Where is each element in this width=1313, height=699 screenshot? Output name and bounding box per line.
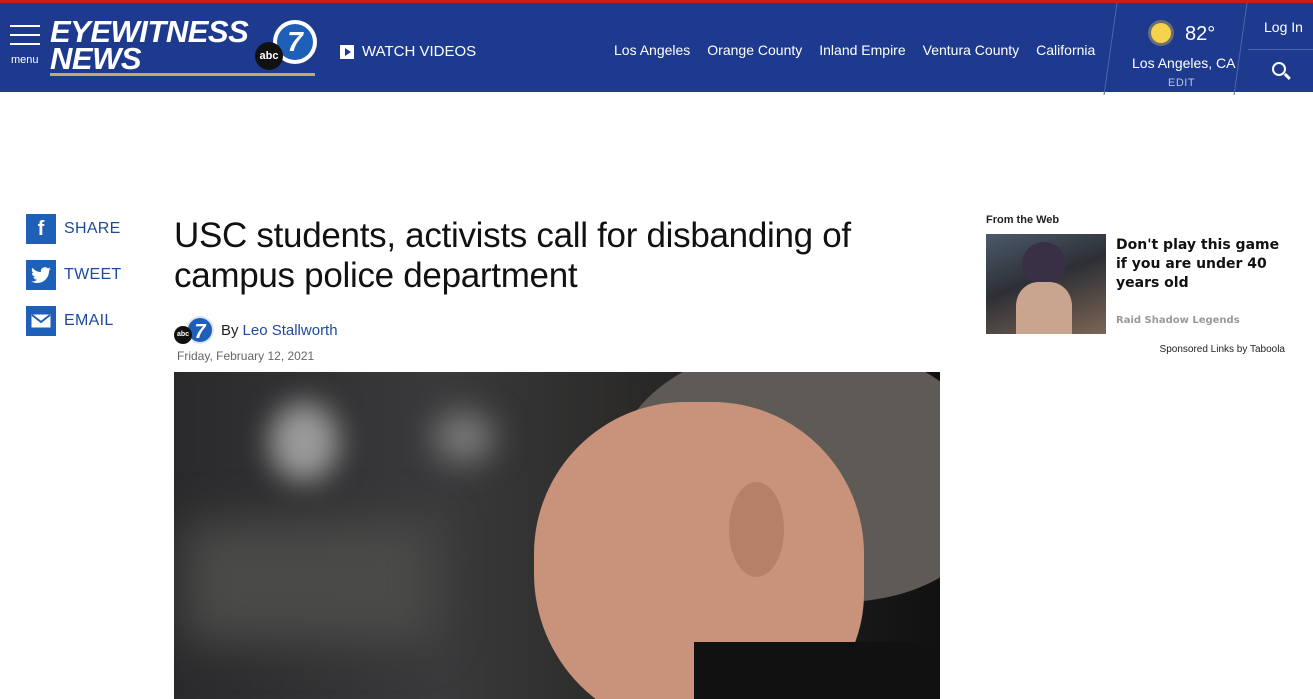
abc7-byline-icon: 7 abc bbox=[174, 316, 216, 344]
article-headline: USC students, activists call for disband… bbox=[174, 216, 851, 295]
taboola-link[interactable]: Sponsored Links by Taboola bbox=[986, 344, 1285, 355]
sponsored-thumbnail bbox=[986, 234, 1106, 334]
share-rail: f SHARE TWEET EMAIL bbox=[26, 214, 122, 352]
article-date: Friday, February 12, 2021 bbox=[177, 349, 315, 363]
menu-label: menu bbox=[11, 54, 39, 66]
share-twitter-button[interactable]: TWEET bbox=[26, 260, 122, 290]
play-icon bbox=[340, 44, 354, 59]
byline-abc: abc bbox=[174, 326, 192, 344]
rail-title: From the Web bbox=[986, 214, 1060, 226]
hero-bokeh bbox=[184, 522, 434, 642]
facebook-icon: f bbox=[26, 214, 56, 244]
email-icon bbox=[26, 306, 56, 336]
site-logo[interactable]: EYEWITNESS NEWS 7 abc bbox=[50, 16, 320, 78]
hero-bokeh bbox=[269, 402, 339, 482]
weather-location: Los Angeles, CA bbox=[1132, 55, 1236, 71]
hero-subject-shirt bbox=[694, 642, 940, 699]
abc-logo-icon: abc bbox=[255, 42, 283, 70]
menu-icon-bar bbox=[10, 43, 40, 45]
search-button[interactable] bbox=[1271, 61, 1293, 83]
sponsored-card[interactable]: Don't play this game if you are under 40… bbox=[986, 234, 1286, 334]
sponsored-source: Raid Shadow Legends bbox=[1116, 315, 1240, 326]
sun-icon bbox=[1151, 23, 1171, 43]
watch-videos-label: WATCH VIDEOS bbox=[362, 43, 477, 60]
hero-image[interactable] bbox=[174, 372, 940, 699]
nav-link-orange-county[interactable]: Orange County bbox=[707, 42, 802, 58]
menu-icon-bar bbox=[10, 34, 40, 36]
weather-edit-link[interactable]: EDIT bbox=[1168, 77, 1195, 89]
watch-videos-link[interactable]: WATCH VIDEOS bbox=[340, 43, 476, 60]
nav-link-inland-empire[interactable]: Inland Empire bbox=[819, 42, 905, 58]
share-label: SHARE bbox=[64, 220, 121, 237]
share-facebook-button[interactable]: f SHARE bbox=[26, 214, 122, 244]
hero-bokeh bbox=[434, 412, 494, 462]
sponsored-headline: Don't play this game if you are under 40… bbox=[1116, 237, 1280, 291]
search-icon-handle bbox=[1284, 72, 1291, 80]
byline-by: By bbox=[221, 321, 239, 339]
tweet-label: TWEET bbox=[64, 266, 122, 283]
twitter-icon bbox=[26, 260, 56, 290]
logo-underline bbox=[50, 73, 315, 76]
logo-line2: NEWS bbox=[50, 41, 142, 76]
thumbnail-figure-body bbox=[1016, 282, 1072, 334]
hero-subject-ear bbox=[729, 482, 784, 577]
menu-icon-bar bbox=[10, 25, 40, 27]
nav-link-ventura-county[interactable]: Ventura County bbox=[923, 42, 1020, 58]
thumbnail-figure-head bbox=[1022, 242, 1066, 286]
site-header: menu EYEWITNESS NEWS 7 abc WATCH VIDEOS … bbox=[0, 0, 1313, 95]
divider bbox=[1248, 49, 1313, 50]
weather-widget[interactable]: 82° Los Angeles, CA EDIT bbox=[1125, 17, 1240, 92]
right-rail: From the Web Don't play this game if you… bbox=[986, 214, 1286, 355]
nav-link-california[interactable]: California bbox=[1036, 42, 1095, 58]
email-label: EMAIL bbox=[64, 312, 114, 329]
byline: 7 abc By Leo Stallworth bbox=[174, 316, 338, 344]
login-link[interactable]: Log In bbox=[1264, 19, 1303, 35]
logo-wordmark: EYEWITNESS NEWS bbox=[50, 16, 249, 76]
menu-button[interactable]: menu bbox=[10, 25, 40, 69]
weather-temp: 82° bbox=[1185, 23, 1216, 45]
region-nav: Los Angeles Orange County Inland Empire … bbox=[614, 42, 1112, 58]
author-link[interactable]: Leo Stallworth bbox=[243, 322, 338, 339]
nav-link-los-angeles[interactable]: Los Angeles bbox=[614, 42, 690, 58]
share-email-button[interactable]: EMAIL bbox=[26, 306, 122, 336]
